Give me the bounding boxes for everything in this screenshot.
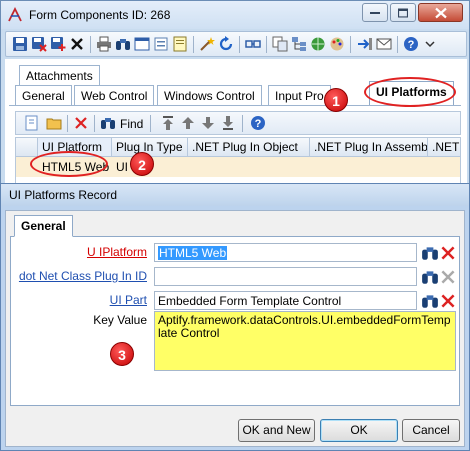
palette-icon[interactable] — [329, 36, 345, 52]
dialog-title: UI Platforms Record — [9, 188, 118, 202]
toolbar-separator — [67, 115, 68, 132]
delete-icon[interactable] — [69, 36, 85, 52]
toolbar-separator — [94, 115, 95, 132]
toolbar-separator — [242, 115, 243, 132]
dialog-titlebar[interactable]: UI Platforms Record — [1, 184, 469, 206]
tab-windows-control[interactable]: Windows Control — [157, 85, 262, 106]
close-button[interactable] — [418, 3, 463, 22]
move-down-icon[interactable] — [200, 115, 216, 131]
refresh-icon[interactable] — [218, 36, 234, 52]
wizard-icon[interactable] — [199, 36, 215, 52]
ui-platform-find-icon[interactable] — [421, 244, 439, 262]
binoculars-icon[interactable] — [115, 36, 131, 52]
link-icon[interactable] — [245, 36, 261, 52]
tree-icon[interactable] — [291, 36, 307, 52]
find-button-label[interactable]: Find — [120, 117, 143, 131]
dotnet-class-plugin-label[interactable]: dot Net Class Plug In ID — [19, 269, 147, 283]
svg-text:?: ? — [408, 39, 415, 51]
ui-platform-clear-icon[interactable] — [439, 244, 457, 262]
maximize-button[interactable] — [390, 3, 416, 22]
column-header-net-plug-in-assembly[interactable]: .NET Plug In Assembly — [310, 138, 428, 156]
grid-corner[interactable] — [16, 138, 38, 156]
callout-badge: 3 — [110, 342, 134, 366]
callout-badge: 2 — [130, 152, 154, 176]
callout-highlight-ring — [30, 151, 108, 177]
dotnet-class-find-icon[interactable] — [421, 268, 439, 286]
move-up-icon[interactable] — [180, 115, 196, 131]
globe-icon[interactable] — [310, 36, 326, 52]
tab-web-control[interactable]: Web Control — [74, 85, 155, 106]
minimize-button[interactable] — [362, 3, 388, 22]
toolbar-separator — [350, 36, 351, 53]
tab-general-dialog[interactable]: General — [14, 215, 73, 237]
import-icon[interactable] — [357, 36, 373, 52]
ui-part-clear-icon[interactable] — [439, 292, 457, 310]
dotnet-class-clear-icon — [441, 270, 455, 284]
dotnet-class-plugin-field[interactable] — [154, 267, 417, 286]
aptify-logo-icon — [8, 7, 22, 22]
delete-record-icon[interactable] — [73, 115, 89, 131]
ui-platform-label[interactable]: U IPlatform — [87, 245, 147, 259]
save-new-icon[interactable] — [50, 36, 66, 52]
tab-attachments[interactable]: Attachments — [19, 65, 100, 86]
tab-input-pro[interactable]: Input Pro — [268, 85, 331, 106]
help-icon[interactable]: ? — [403, 36, 419, 52]
ui-part-find-icon[interactable] — [421, 292, 439, 310]
grid-help-icon[interactable]: ? — [250, 115, 266, 131]
column-header-net-plug-in-object[interactable]: .NET Plug In Object — [188, 138, 310, 156]
ui-part-field[interactable]: Embedded Form Template Control — [154, 291, 417, 310]
window-icon[interactable] — [134, 36, 150, 52]
tab-general[interactable]: General — [15, 85, 72, 106]
toolbar-separator — [193, 36, 194, 53]
email-icon[interactable] — [376, 36, 392, 52]
ui-platform-field[interactable]: HTML5 Web — [154, 243, 417, 262]
minimize-icon — [370, 11, 380, 14]
ok-button[interactable]: OK — [320, 419, 398, 442]
key-value-field[interactable]: Aptify.framework.dataControls.UI.embedde… — [154, 311, 456, 371]
column-header-plug-in-type[interactable]: Plug In Type — [112, 138, 188, 156]
toolbar-separator — [90, 36, 91, 53]
open-folder-icon[interactable] — [46, 115, 62, 131]
general-panel: U IPlatform HTML5 Web dot Net Class Plug… — [10, 236, 460, 406]
close-icon — [434, 7, 447, 18]
ui-platforms-record-dialog: UI Platforms Record General U IPlatform … — [0, 183, 470, 451]
cancel-button[interactable]: Cancel — [402, 419, 460, 442]
window-title: Form Components ID: 268 — [29, 8, 171, 22]
ui-part-label[interactable]: UI Part — [110, 293, 147, 307]
callout-highlight-ring — [364, 77, 456, 107]
toolbar-separator — [397, 36, 398, 53]
maximize-icon — [398, 8, 408, 17]
grid-toolbar: Find ? — [15, 111, 461, 135]
save-close-icon[interactable] — [31, 36, 47, 52]
dialog-body: General U IPlatform HTML5 Web dot Net Cl… — [5, 210, 465, 447]
new-record-icon[interactable] — [24, 115, 40, 131]
window-titlebar[interactable]: Form Components ID: 268 — [1, 1, 469, 29]
svg-text:?: ? — [255, 118, 262, 130]
toolbar-separator — [150, 115, 151, 132]
print-icon[interactable] — [96, 36, 112, 52]
toolbar-separator — [239, 36, 240, 53]
ok-and-new-button[interactable]: OK and New — [238, 419, 315, 442]
copy-icon[interactable] — [272, 36, 288, 52]
find-binoculars-icon[interactable] — [100, 115, 116, 131]
column-header-net[interactable]: .NET — [428, 138, 460, 156]
toolbar-options-icon[interactable] — [422, 36, 438, 52]
key-value-label: Key Value — [93, 313, 147, 327]
toolbar-separator — [266, 36, 267, 53]
notes-icon[interactable] — [172, 36, 188, 52]
save-icon[interactable] — [12, 36, 28, 52]
main-toolbar: ? — [5, 31, 467, 57]
ui-platform-value: HTML5 Web — [158, 246, 228, 260]
callout-badge: 1 — [324, 88, 348, 112]
move-bottom-icon[interactable] — [220, 115, 236, 131]
form-icon[interactable] — [153, 36, 169, 52]
move-top-icon[interactable] — [160, 115, 176, 131]
